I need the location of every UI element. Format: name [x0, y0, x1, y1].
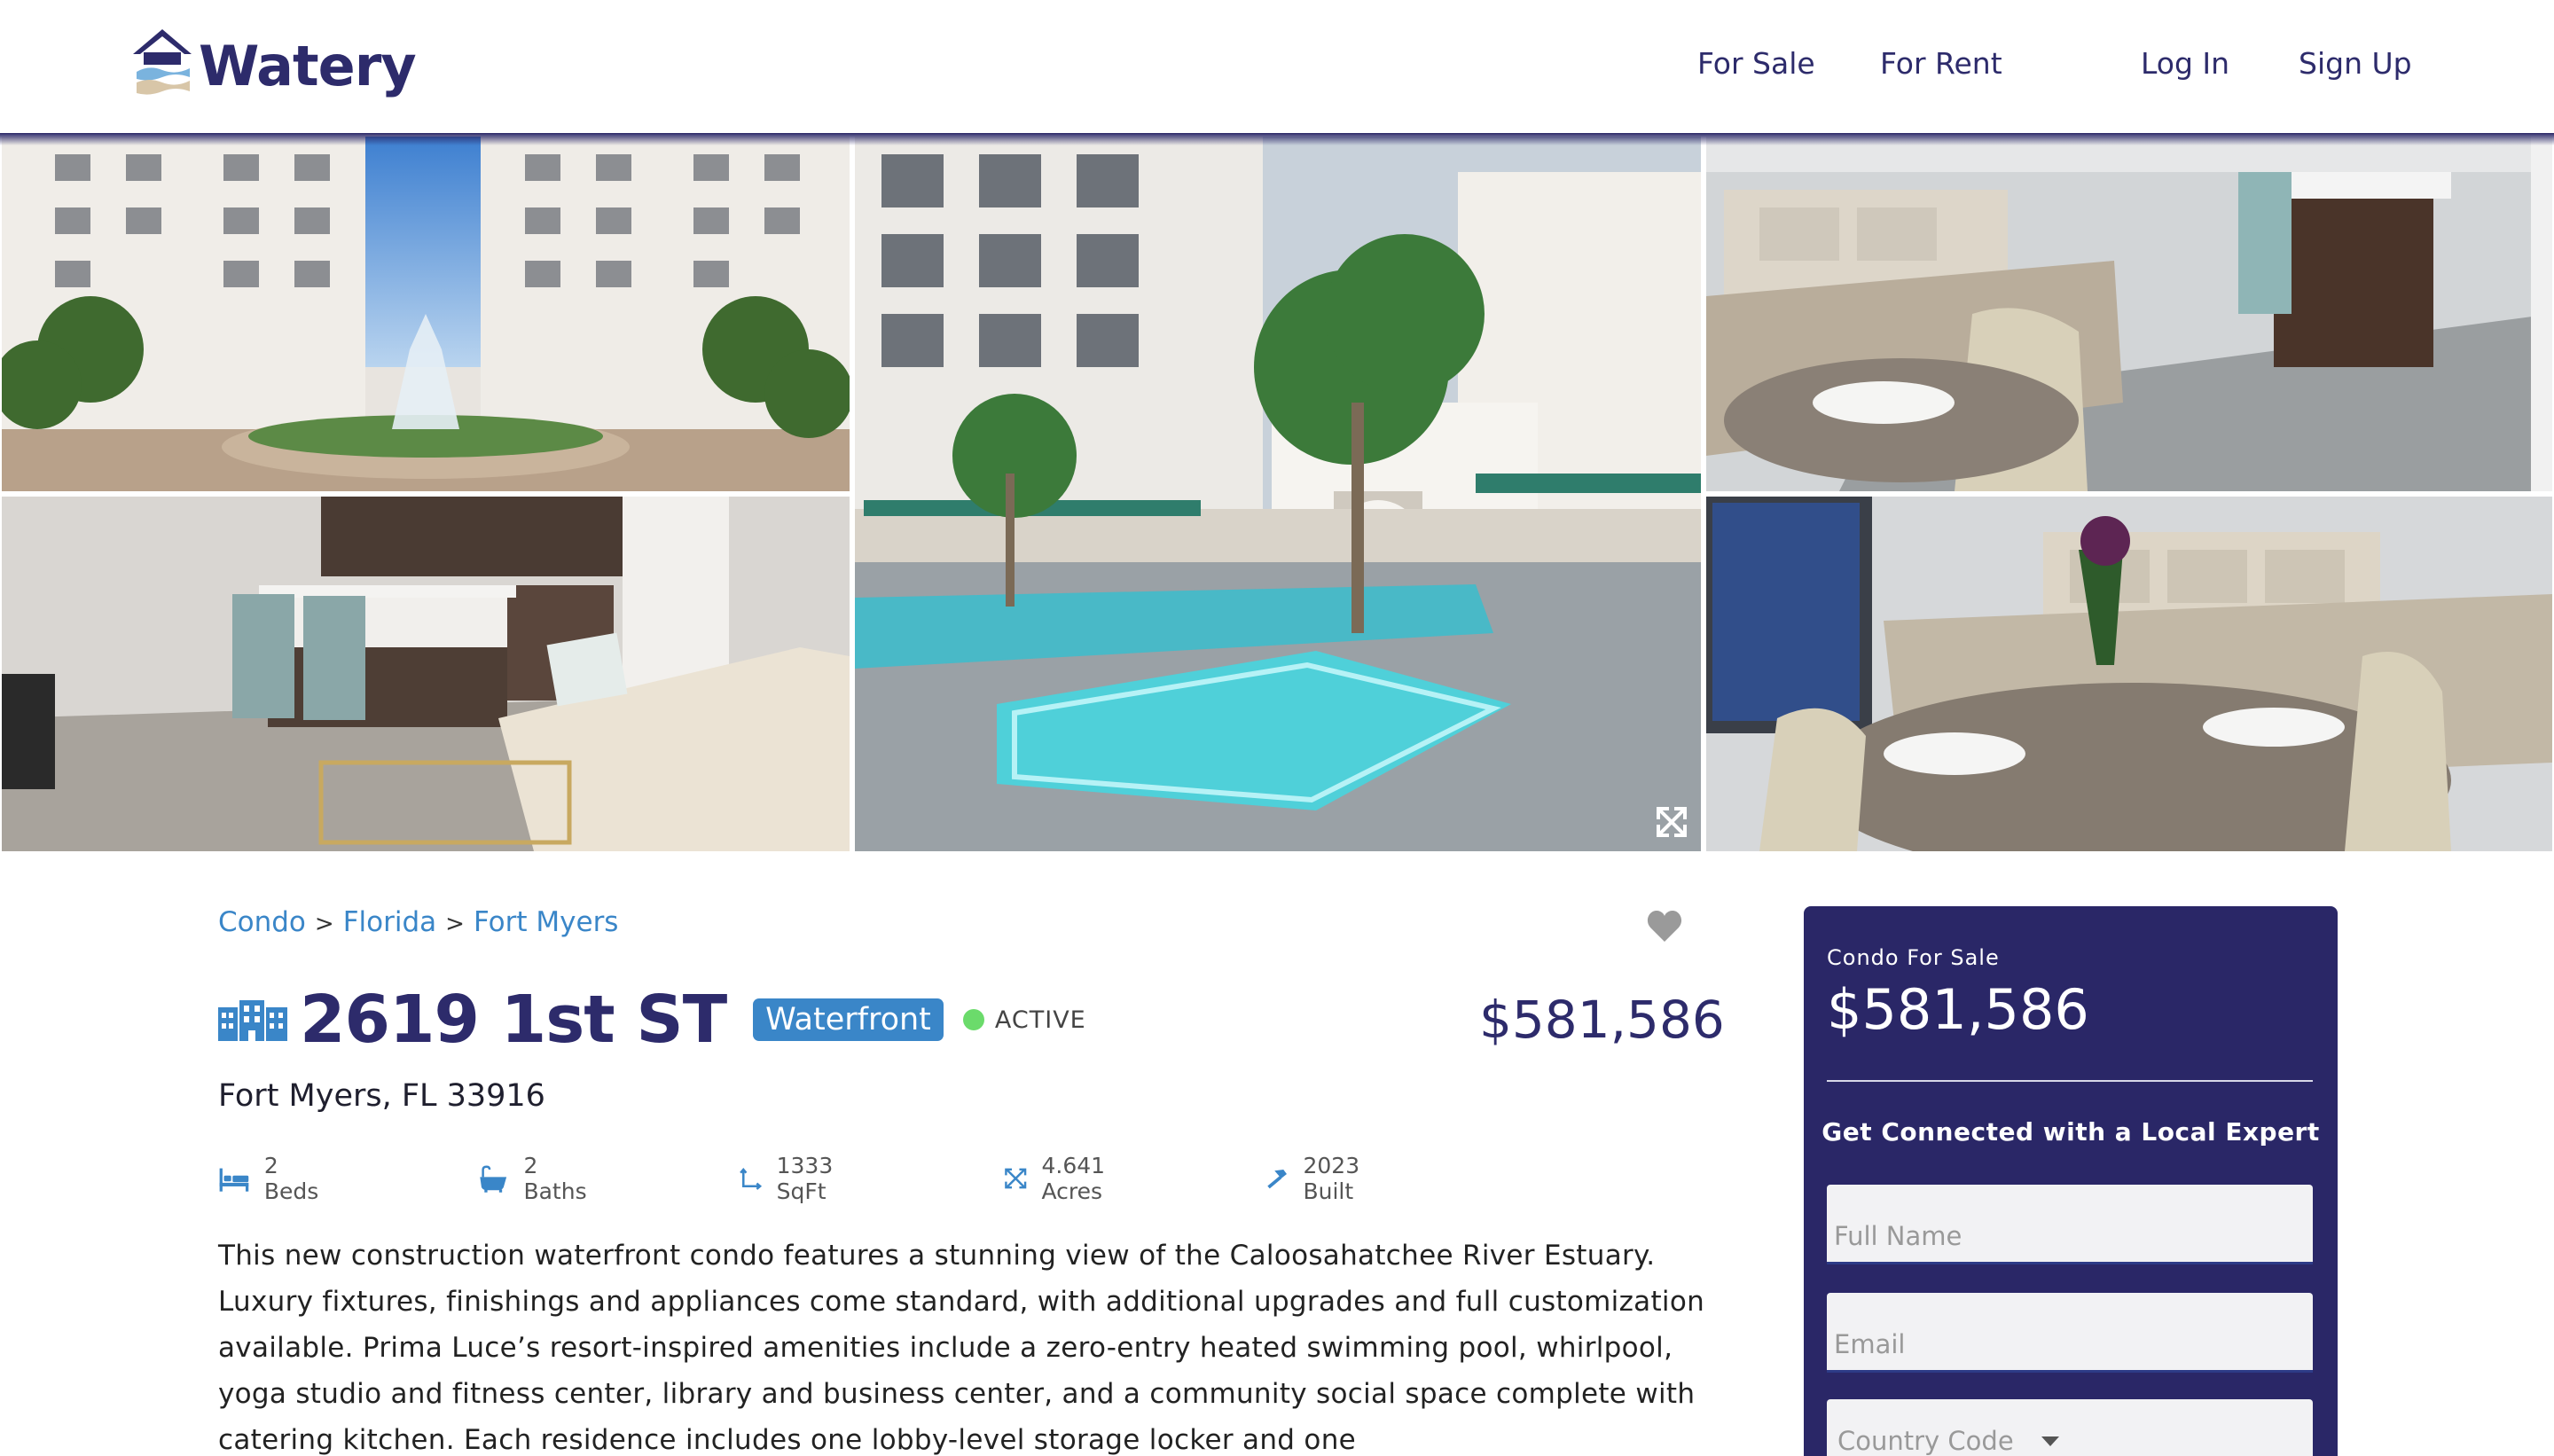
breadcrumb-fort-myers[interactable]: Fort Myers	[474, 906, 619, 938]
breadcrumb-separator: >	[445, 911, 465, 937]
building-icon	[218, 1000, 287, 1041]
nav-for-rent[interactable]: For Rent	[1880, 46, 2002, 81]
fact-acres-label: 4.641 Acres	[1041, 1153, 1106, 1204]
gallery-photo-dining-view[interactable]	[1706, 497, 2552, 851]
email-input[interactable]	[1827, 1293, 2313, 1373]
listing-title: 2619 1st ST	[300, 982, 727, 1058]
chevron-down-icon[interactable]	[2041, 1436, 2059, 1446]
fact-acres: 4.641 Acres	[1004, 1153, 1121, 1204]
fact-built-label: 2023 Built	[1303, 1153, 1360, 1204]
site-header: Watery For Sale For Rent Log In Sign Up	[0, 0, 2554, 135]
card-price: $581,586	[1827, 977, 2089, 1042]
house-waves-icon	[133, 28, 192, 95]
fact-sqft-label: 1333 SqFt	[776, 1153, 834, 1204]
full-name-input[interactable]	[1827, 1185, 2313, 1264]
fact-baths-label: 2 Baths	[523, 1153, 587, 1204]
nav-log-in[interactable]: Log In	[2141, 46, 2229, 81]
country-code-placeholder: Country Code	[1837, 1426, 2014, 1456]
waterfront-badge: Waterfront	[753, 998, 944, 1041]
brand-logo[interactable]: Watery	[131, 27, 417, 98]
breadcrumb-separator: >	[314, 911, 334, 937]
gallery-photo-living-room[interactable]	[2, 497, 850, 851]
bed-icon	[219, 1168, 249, 1192]
fact-beds: 2 Beds	[218, 1153, 325, 1204]
area-icon	[740, 1167, 763, 1190]
photo-gallery	[0, 135, 2554, 853]
header-shadow	[0, 133, 2554, 145]
expand-gallery-icon[interactable]	[1655, 805, 1688, 839]
favorite-heart-icon[interactable]	[1646, 908, 1683, 943]
status-dot	[962, 1009, 984, 1030]
fact-sqft: 1333 SqFt	[738, 1153, 848, 1204]
card-subtitle: Condo For Sale	[1827, 945, 2000, 970]
hammer-icon	[1267, 1170, 1287, 1189]
gallery-photo-pool[interactable]	[855, 137, 1701, 851]
fact-beds-label: 2 Beds	[263, 1153, 319, 1204]
listing-address: Fort Myers, FL 33916	[218, 1078, 545, 1114]
status-label: ACTIVE	[994, 1006, 1086, 1034]
card-divider	[1827, 1080, 2313, 1082]
breadcrumb-condo[interactable]: Condo	[218, 906, 306, 938]
contact-card: Condo For Sale $581,586 Get Connected wi…	[1804, 906, 2338, 1456]
listing-description: This new construction waterfront condo f…	[218, 1240, 1705, 1456]
bathtub-icon	[480, 1165, 507, 1193]
breadcrumb-florida[interactable]: Florida	[343, 906, 436, 938]
fact-baths: 2 Baths	[477, 1153, 593, 1204]
breadcrumb: Condo > Florida > Fort Myers	[218, 906, 618, 938]
arrows-out-icon	[1005, 1168, 1027, 1189]
gallery-photo-dining[interactable]	[1706, 137, 2552, 491]
card-cta-heading: Get Connected with a Local Expert	[1821, 1117, 2320, 1147]
listing-price: $581,586	[1479, 990, 1725, 1050]
nav-sign-up[interactable]: Sign Up	[2299, 46, 2412, 81]
fact-built: 2023 Built	[1265, 1153, 1375, 1204]
gallery-photo-courtyard[interactable]	[2, 137, 850, 491]
brand-name: Watery	[199, 34, 417, 98]
listing-title-row: 2619 1st ST Waterfront ACTIVE	[218, 982, 1086, 1058]
nav-for-sale[interactable]: For Sale	[1697, 46, 1815, 81]
